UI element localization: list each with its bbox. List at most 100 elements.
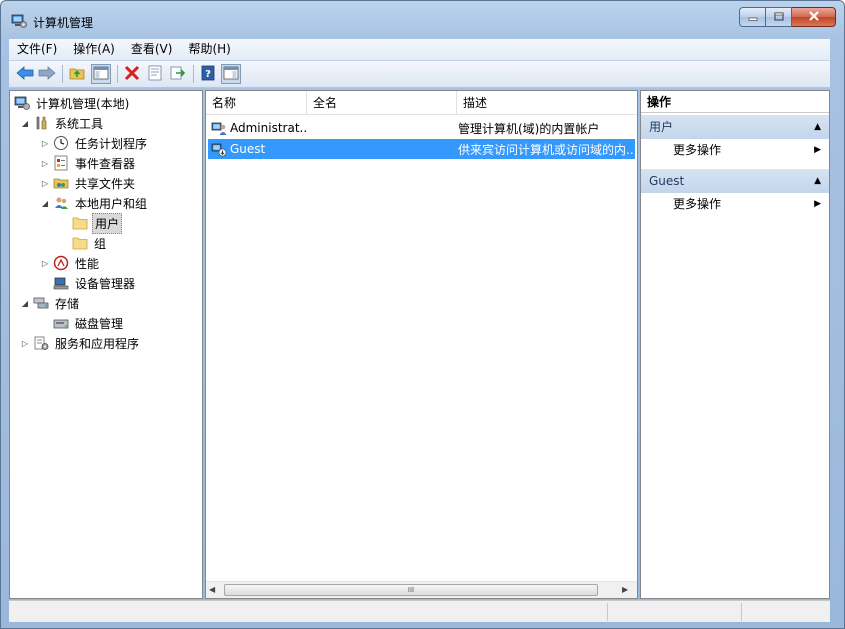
back-arrow-icon — [16, 65, 34, 83]
collapse-up-icon[interactable]: ▲ — [814, 115, 821, 139]
cell-name: Guest — [208, 141, 308, 157]
expanded-arrow-icon[interactable]: ◢ — [20, 299, 30, 308]
caption-buttons — [739, 7, 836, 27]
section-label: 用户 — [649, 120, 674, 134]
disabled-user-icon — [211, 141, 227, 157]
svg-text:?: ? — [205, 69, 211, 80]
toolbar-separator — [193, 65, 194, 83]
tree-label: 磁盘管理 — [75, 316, 124, 331]
computer-management-icon — [11, 13, 27, 29]
tree-label: 服务和应用程序 — [55, 336, 140, 351]
disk-icon — [53, 315, 69, 331]
section-label: Guest — [649, 174, 685, 188]
user-name: Guest — [230, 142, 266, 156]
menu-file[interactable]: 文件(F) — [9, 39, 65, 60]
column-header-name[interactable]: 名称 — [206, 91, 307, 115]
forward-arrow-icon — [38, 65, 56, 83]
tree-label: 任务计划程序 — [75, 136, 148, 151]
maximize-button[interactable] — [766, 7, 792, 27]
toolbar-separator — [117, 65, 118, 83]
tree-item-disk-management[interactable]: 磁盘管理 — [53, 313, 125, 333]
collapse-up-icon[interactable]: ▲ — [814, 169, 821, 193]
action-section-users[interactable]: 用户 ▲ — [641, 115, 829, 139]
tree-item-storage[interactable]: ◢ 存储 — [20, 293, 81, 313]
scrollbar-thumb[interactable]: III — [224, 584, 598, 596]
column-header-fullname[interactable]: 全名 — [307, 91, 457, 115]
action-pane-icon — [223, 66, 239, 83]
export-icon — [170, 65, 186, 84]
tree-item-services-apps[interactable]: ▷ 服务和应用程序 — [20, 333, 141, 353]
collapsed-arrow-icon[interactable]: ▷ — [20, 339, 30, 348]
tree-item-task-scheduler[interactable]: ▷ 任务计划程序 — [40, 133, 149, 153]
help-icon: ? — [200, 65, 216, 84]
services-icon — [33, 335, 49, 351]
collapsed-arrow-icon[interactable]: ▷ — [40, 139, 50, 148]
console-tree-icon — [93, 66, 109, 83]
table-row[interactable]: Administrat... 管理计算机(域)的内置帐户 — [208, 118, 635, 138]
action-pane: 操作 用户 ▲ 更多操作 ▶ Guest ▲ 更多操作 ▶ — [640, 90, 830, 599]
properties-button[interactable] — [145, 64, 165, 84]
tree-label: 性能 — [75, 256, 100, 271]
scroll-right-arrow-icon[interactable]: ▶ — [622, 585, 632, 594]
tree-item-local-users-groups[interactable]: ◢ 本地用户和组 — [40, 193, 149, 213]
submenu-arrow-icon: ▶ — [814, 145, 821, 155]
help-button[interactable]: ? — [198, 64, 218, 84]
tree-item-performance[interactable]: ▷ 性能 — [40, 253, 101, 273]
delete-x-icon — [124, 65, 140, 84]
column-header-description[interactable]: 描述 — [457, 91, 637, 115]
scroll-left-arrow-icon[interactable]: ◀ — [209, 585, 219, 594]
window-title: 计算机管理 — [33, 16, 94, 30]
status-divider — [607, 603, 608, 621]
shared-folder-icon — [53, 175, 69, 191]
minimize-button[interactable] — [739, 7, 766, 27]
computer-management-icon — [14, 95, 30, 111]
storage-icon — [33, 295, 49, 311]
performance-icon — [53, 255, 69, 271]
event-viewer-icon — [53, 155, 69, 171]
delete-button[interactable] — [122, 64, 142, 84]
tree-label: 设备管理器 — [75, 276, 136, 291]
folder-icon — [72, 235, 88, 251]
tree-item-users[interactable]: 用户 — [72, 212, 123, 234]
forward-button[interactable] — [37, 64, 57, 84]
more-actions-guest[interactable]: 更多操作 ▶ — [641, 193, 829, 215]
console-tree: 计算机管理(本地) ◢ 系统工具 ▷ 任务计划程序 ▷ 事件查看器 ▷ 共享文件… — [9, 90, 203, 599]
expanded-arrow-icon[interactable]: ◢ — [40, 199, 50, 208]
folder-icon — [72, 215, 88, 231]
show-hide-action-pane-button[interactable] — [221, 64, 241, 84]
cell-description: 供来宾访问计算机或访问域的内... — [458, 142, 633, 157]
tree-item-shared-folders[interactable]: ▷ 共享文件夹 — [40, 173, 137, 193]
more-actions-users[interactable]: 更多操作 ▶ — [641, 139, 829, 161]
users-list-view: 名称 全名 描述 Administrat... 管理计算机(域)的内置帐户 Gu… — [205, 90, 638, 599]
collapsed-arrow-icon[interactable]: ▷ — [40, 179, 50, 188]
status-divider — [741, 603, 742, 621]
back-button[interactable] — [15, 64, 35, 84]
tree-item-root[interactable]: 计算机管理(本地) — [14, 93, 131, 113]
collapsed-arrow-icon[interactable]: ▷ — [40, 159, 50, 168]
tree-item-device-manager[interactable]: 设备管理器 — [53, 273, 137, 293]
tree-item-groups[interactable]: 组 — [72, 233, 108, 253]
table-row[interactable]: Guest 供来宾访问计算机或访问域的内... — [208, 139, 635, 159]
close-button[interactable] — [792, 7, 836, 27]
properties-icon — [147, 65, 163, 84]
maximize-icon — [774, 10, 784, 24]
action-section-guest[interactable]: Guest ▲ — [641, 169, 829, 193]
minimize-icon — [748, 10, 758, 24]
menu-action[interactable]: 操作(A) — [65, 39, 123, 60]
expanded-arrow-icon[interactable]: ◢ — [20, 119, 30, 128]
menu-help[interactable]: 帮助(H) — [180, 39, 238, 60]
menu-view[interactable]: 查看(V) — [123, 39, 181, 60]
tree-label: 共享文件夹 — [75, 176, 136, 191]
title-bar[interactable]: 计算机管理 — [1, 1, 844, 39]
up-level-button[interactable] — [67, 64, 87, 84]
export-list-button[interactable] — [168, 64, 188, 84]
horizontal-scrollbar[interactable]: ◀ III ▶ — [206, 581, 637, 598]
scroll-grip: III — [407, 586, 415, 594]
tree-item-system-tools[interactable]: ◢ 系统工具 — [20, 113, 105, 133]
show-hide-tree-button[interactable] — [91, 64, 111, 84]
tree-item-event-viewer[interactable]: ▷ 事件查看器 — [40, 153, 137, 173]
collapsed-arrow-icon[interactable]: ▷ — [40, 259, 50, 268]
tree-label: 本地用户和组 — [75, 196, 148, 211]
device-manager-icon — [53, 275, 69, 291]
users-group-icon — [53, 195, 69, 211]
